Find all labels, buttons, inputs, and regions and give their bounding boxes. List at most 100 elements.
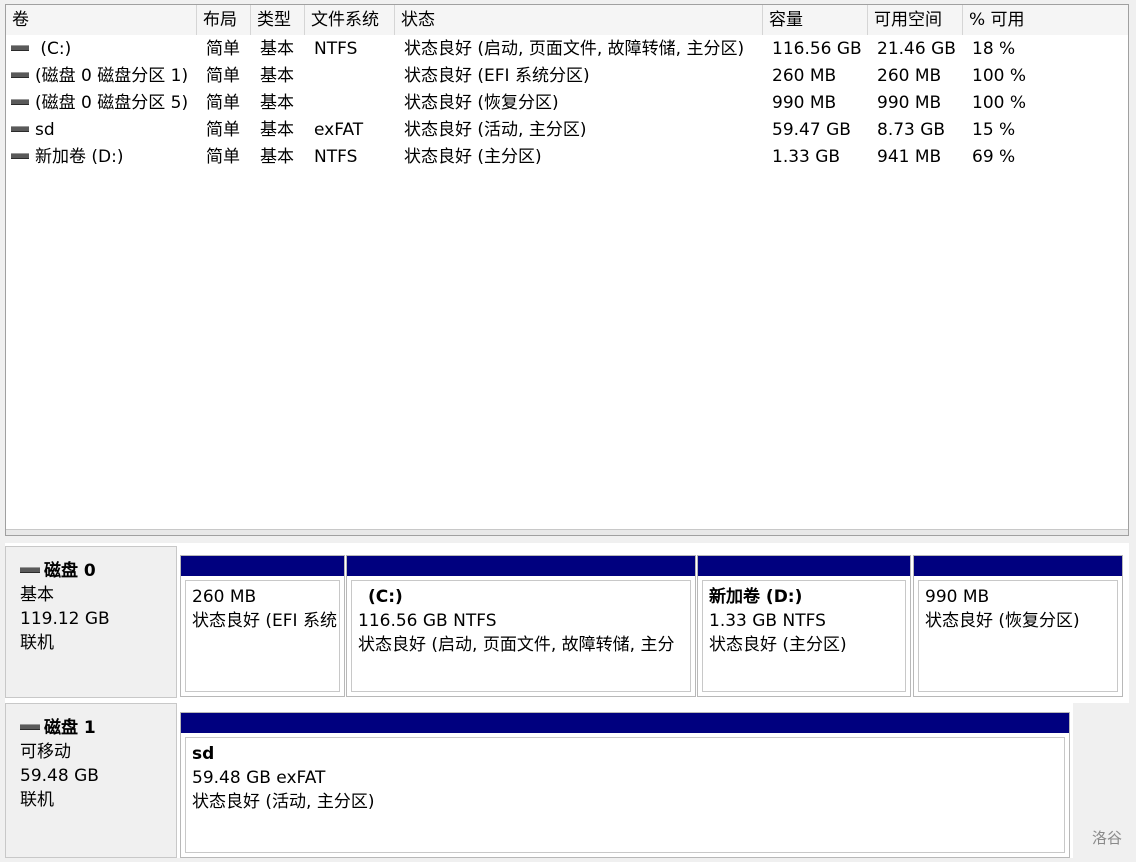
partition-bar: [914, 556, 1122, 576]
table-row[interactable]: (磁盘 0 磁盘分区 5) 简单 基本 状态良好 (恢复分区) 990 MB 990 MB…: [6, 90, 1128, 117]
disk-name: 磁盘 1: [44, 718, 96, 738]
column-header-volume[interactable]: 卷: [6, 5, 197, 35]
cell-status: 状态良好 (主分区): [404, 147, 542, 167]
drive-icon: [20, 567, 40, 573]
cell-percent-free: 100 %: [972, 66, 1027, 86]
drive-icon: [11, 99, 29, 105]
cell-percent-free: 100 %: [972, 93, 1027, 113]
watermark: 洛谷: [1091, 829, 1122, 847]
volume-name: (磁盘 0 磁盘分区 1): [35, 66, 189, 86]
table-row[interactable]: (C:) 简单 基本 NTFS 状态良好 (启动, 页面文件, 故障转储, 主分区) 11…: [6, 36, 1128, 63]
disk-size: 59.48 GB: [20, 766, 99, 786]
cell-volume: (C:): [11, 36, 197, 63]
cell-free-space: 941 MB: [877, 147, 942, 167]
cell-layout: 简单: [206, 120, 240, 140]
cell-volume: sd: [11, 117, 197, 144]
cell-free-space: 260 MB: [877, 66, 942, 86]
drive-icon: [11, 153, 29, 159]
cell-type: 基本: [260, 93, 294, 113]
partition-status: 状态良好 (EFI 系统: [192, 611, 337, 631]
cell-layout: 简单: [206, 66, 240, 86]
cell-free-space: 21.46 GB: [877, 39, 956, 59]
cell-type: 基本: [260, 66, 294, 86]
cell-type: 基本: [260, 39, 294, 59]
disk-graphical-view: 磁盘 0 基本 119.12 GB 联机 260 MB 状态良好 (EFI 系统…: [5, 543, 1129, 858]
column-header-free-space[interactable]: 可用空间: [868, 5, 963, 35]
partition-status: 状态良好 (启动, 页面文件, 故障转储, 主分: [358, 635, 675, 655]
partition-bar: [181, 556, 344, 576]
cell-status: 状态良好 (恢复分区): [404, 93, 559, 113]
partition-name: (C:): [368, 587, 403, 607]
cell-filesystem: [314, 90, 395, 117]
cell-status: 状态良好 (活动, 主分区): [404, 120, 587, 140]
column-header-percent-free[interactable]: % 可用: [963, 5, 1128, 35]
partition-status: 状态良好 (活动, 主分区): [192, 792, 375, 812]
disk-size: 119.12 GB: [20, 609, 110, 629]
column-header-status[interactable]: 状态: [395, 5, 763, 35]
partition-c[interactable]: (C:) 116.56 GB NTFS 状态良好 (启动, 页面文件, 故障转储…: [346, 555, 696, 697]
disk-status: 联机: [20, 633, 54, 653]
disk-status: 联机: [20, 790, 54, 810]
cell-filesystem: NTFS: [314, 147, 358, 167]
cell-status: 状态良好 (EFI 系统分区): [404, 66, 590, 86]
drive-icon: [11, 72, 29, 78]
horizontal-scrollbar[interactable]: [6, 529, 1128, 535]
disk-type: 可移动: [20, 742, 71, 762]
cell-type: 基本: [260, 120, 294, 140]
cell-percent-free: 18 %: [972, 39, 1016, 59]
table-row[interactable]: 新加卷 (D:) 简单 基本 NTFS 状态良好 (主分区) 1.33 GB 941 MB 6…: [6, 144, 1128, 171]
cell-volume: (磁盘 0 磁盘分区 5): [11, 90, 197, 117]
partition-recovery[interactable]: 990 MB 状态良好 (恢复分区): [913, 555, 1123, 697]
partition-sd[interactable]: sd 59.48 GB exFAT 状态良好 (活动, 主分区): [180, 712, 1070, 858]
cell-filesystem: NTFS: [314, 39, 358, 59]
partition-size: 1.33 GB NTFS: [709, 611, 826, 631]
partition-bar: [181, 713, 1069, 733]
partition-size: 260 MB: [192, 587, 257, 607]
cell-layout: 简单: [206, 39, 240, 59]
column-header-row: 卷 布局 类型 文件系统 状态 容量 可用空间 % 可用: [6, 5, 1128, 35]
volume-name: 新加卷 (D:): [35, 147, 124, 167]
table-row[interactable]: (磁盘 0 磁盘分区 1) 简单 基本 状态良好 (EFI 系统分区) 260 MB 26…: [6, 63, 1128, 90]
partition-d[interactable]: 新加卷 (D:) 1.33 GB NTFS 状态良好 (主分区): [697, 555, 911, 697]
disk-name: 磁盘 0: [44, 561, 96, 581]
cell-capacity: 990 MB: [772, 93, 837, 113]
partition-size: 990 MB: [925, 587, 990, 607]
cell-capacity: 260 MB: [772, 66, 837, 86]
cell-filesystem: exFAT: [314, 120, 364, 140]
partition-name: 新加卷 (D:): [709, 587, 803, 607]
disk-info-panel[interactable]: 磁盘 1 可移动 59.48 GB 联机: [5, 703, 177, 858]
partition-name: sd: [192, 744, 215, 764]
disk-info-panel[interactable]: 磁盘 0 基本 119.12 GB 联机: [5, 546, 177, 698]
partition-size: 59.48 GB exFAT: [192, 768, 326, 788]
drive-icon: [11, 45, 29, 51]
drive-icon: [11, 126, 29, 132]
disk-row: 磁盘 1 可移动 59.48 GB 联机 sd 59.48 GB exFAT 状…: [5, 703, 1129, 858]
partition-status: 状态良好 (恢复分区): [925, 611, 1080, 631]
partition-bar: [347, 556, 695, 576]
cell-volume: (磁盘 0 磁盘分区 1): [11, 63, 197, 90]
cell-layout: 简单: [206, 147, 240, 167]
cell-layout: 简单: [206, 93, 240, 113]
partition-bar: [698, 556, 910, 576]
disk-row: 磁盘 0 基本 119.12 GB 联机 260 MB 状态良好 (EFI 系统…: [5, 546, 1129, 698]
cell-type: 基本: [260, 147, 294, 167]
column-header-filesystem[interactable]: 文件系统: [305, 5, 395, 35]
volume-name: (磁盘 0 磁盘分区 5): [35, 93, 189, 113]
cell-capacity: 116.56 GB: [772, 39, 862, 59]
partition-size: 116.56 GB NTFS: [358, 611, 497, 631]
volume-list[interactable]: 卷 布局 类型 文件系统 状态 容量 可用空间 % 可用 (C:) 简单 基本 NTF…: [5, 4, 1129, 536]
column-header-type[interactable]: 类型: [251, 5, 305, 35]
cell-percent-free: 69 %: [972, 147, 1016, 167]
volume-name: sd: [35, 120, 55, 140]
column-header-layout[interactable]: 布局: [197, 5, 251, 35]
table-row[interactable]: sd 简单 基本 exFAT 状态良好 (活动, 主分区) 59.47 GB 8.73 GB…: [6, 117, 1128, 144]
partition-efi[interactable]: 260 MB 状态良好 (EFI 系统: [180, 555, 345, 697]
column-header-capacity[interactable]: 容量: [763, 5, 868, 35]
cell-status: 状态良好 (启动, 页面文件, 故障转储, 主分区): [404, 39, 745, 59]
cell-volume: 新加卷 (D:): [11, 144, 197, 171]
cell-percent-free: 15 %: [972, 120, 1016, 140]
drive-icon: [20, 724, 40, 730]
volume-name: (C:): [35, 39, 72, 59]
disk-type: 基本: [20, 585, 54, 605]
cell-free-space: 8.73 GB: [877, 120, 946, 140]
